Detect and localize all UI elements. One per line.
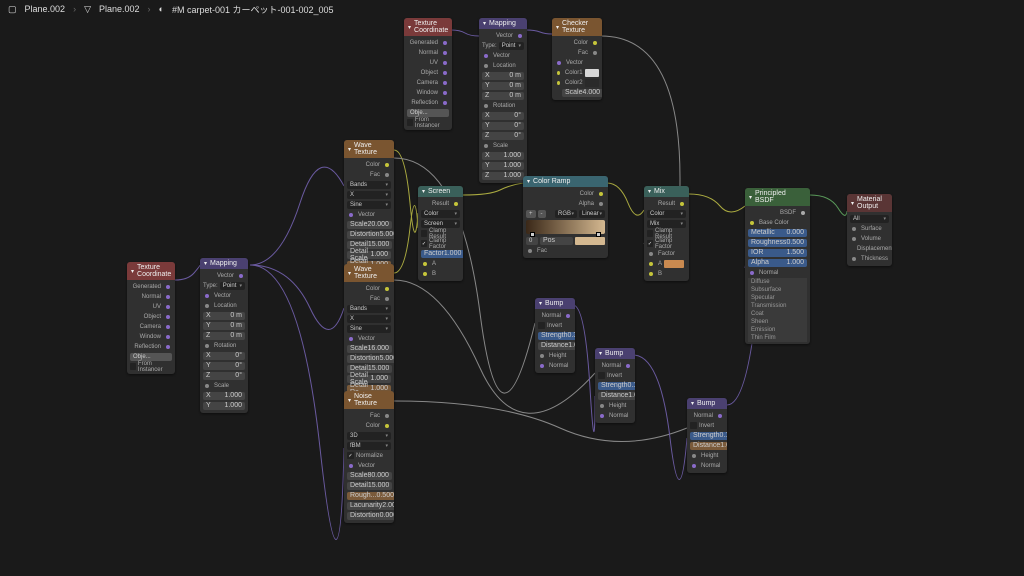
- node-mapping[interactable]: Mapping Vector Type:Point Vector Locatio…: [479, 18, 527, 183]
- node-wave-texture[interactable]: Wave Texture Color Fac Bands X Sine Vect…: [344, 140, 394, 282]
- node-wave-texture[interactable]: Wave Texture Color Fac Bands X Sine Vect…: [344, 264, 394, 406]
- node-principled-bsdf[interactable]: Principled BSDF BSDF Base Color Metallic…: [745, 188, 810, 344]
- node-noise-texture[interactable]: Noise Texture Fac Color 3D fBM Normalize…: [344, 391, 394, 523]
- node-color-ramp[interactable]: Color Ramp Color Alpha +-RGBLinear 0Pos …: [523, 176, 608, 258]
- node-bump[interactable]: Bump Normal Invert Strength0.100 Distanc…: [687, 398, 727, 473]
- node-mapping[interactable]: Mapping Vector Type:Point Vector Locatio…: [200, 258, 248, 413]
- node-editor-canvas[interactable]: Texture Coordinate Generated Normal UV O…: [0, 18, 1024, 558]
- node-texture-coordinate[interactable]: Texture Coordinate Generated Normal UV O…: [404, 18, 452, 130]
- node-mix[interactable]: Mix Result Color Mix Clamp Result Clamp …: [644, 186, 689, 281]
- node-texture-coordinate[interactable]: Texture Coordinate Generated Normal UV O…: [127, 262, 175, 374]
- color-ramp-gradient[interactable]: [526, 220, 605, 234]
- node-bump[interactable]: Bump Normal Invert Strength0.100 Distanc…: [595, 348, 635, 423]
- node-material-output[interactable]: Material Output All Surface Volume Displ…: [847, 194, 892, 266]
- breadcrumb[interactable]: ▢Plane.002› ▽Plane.002› ◐#M carpet-001 カ…: [0, 0, 1024, 18]
- color-swatch[interactable]: [585, 69, 599, 77]
- node-bump[interactable]: Bump Normal Invert Strength0.300 Distanc…: [535, 298, 575, 373]
- color-swatch[interactable]: [585, 79, 599, 87]
- node-mix-screen[interactable]: Screen Result Color Screen Clamp Result …: [418, 186, 463, 281]
- node-checker-texture[interactable]: Checker Texture Color Fac Vector Color1 …: [552, 18, 602, 100]
